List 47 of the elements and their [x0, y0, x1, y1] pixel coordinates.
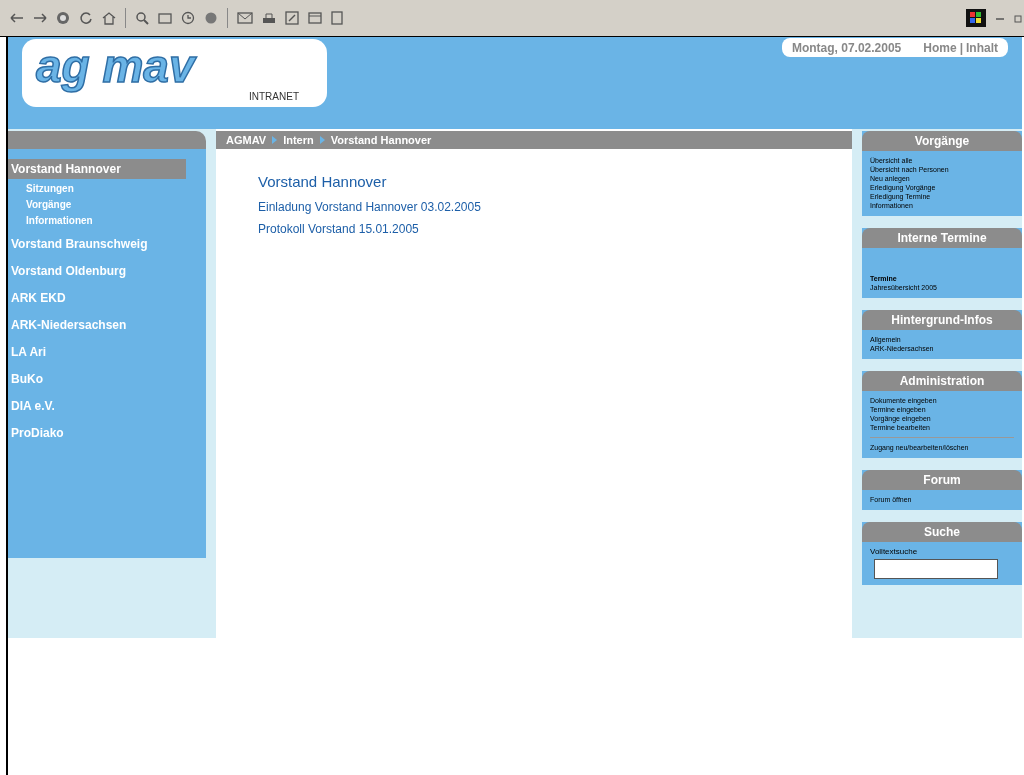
- home-icon[interactable]: [102, 11, 116, 25]
- sidebar-subitem[interactable]: Vorgänge: [8, 198, 206, 211]
- box-title: Interne Termine: [862, 228, 1022, 248]
- sidebar-item[interactable]: ARK-Niedersachsen: [8, 315, 206, 335]
- sidebar-item[interactable]: Vorstand Braunschweig: [8, 234, 206, 254]
- window-icon[interactable]: [308, 12, 322, 24]
- chevron-icon: [319, 136, 325, 144]
- mail-icon[interactable]: [237, 12, 253, 24]
- sidebar-item[interactable]: ProDiako: [8, 423, 206, 443]
- box-title: Hintergrund-Infos: [862, 310, 1022, 330]
- sidebar-item[interactable]: Vorstand Oldenburg: [8, 261, 206, 281]
- separator: |: [959, 39, 963, 57]
- edit-icon[interactable]: [285, 11, 299, 25]
- field-label: Volltextsuche: [870, 547, 919, 556]
- history-icon[interactable]: [181, 11, 195, 25]
- search-icon[interactable]: [135, 11, 149, 25]
- box-title: Vorgänge: [862, 131, 1022, 151]
- breadcrumb-link[interactable]: Vorstand Hannover: [330, 131, 432, 149]
- date-text: Montag, 07.02.2005: [791, 39, 902, 57]
- breadcrumb-link[interactable]: AGMAV: [226, 131, 267, 149]
- document-link[interactable]: Einladung Vorstand Hannover 03.02.2005: [258, 197, 852, 216]
- restore-icon[interactable]: [1014, 13, 1024, 23]
- document-icon[interactable]: [331, 11, 343, 25]
- sidebar-item[interactable]: ARK EKD: [8, 288, 206, 308]
- sidebar-item[interactable]: Vorstand Hannover: [8, 159, 186, 179]
- document-link[interactable]: Protokoll Vorstand 15.01.2005: [258, 219, 852, 238]
- stop-icon[interactable]: [56, 11, 70, 25]
- chevron-icon: [272, 136, 278, 144]
- search-field[interactable]: [874, 559, 998, 579]
- box-title: Administration: [862, 371, 1022, 391]
- back-arrow-icon[interactable]: [10, 12, 24, 24]
- print-icon[interactable]: [262, 12, 276, 24]
- page-heading: Vorstand Hannover: [258, 172, 388, 192]
- sidebar-item[interactable]: LA Ari: [8, 342, 206, 362]
- sidebar-subitem[interactable]: Informationen: [8, 214, 206, 227]
- sidebar-item[interactable]: DIA e.V.: [8, 396, 206, 416]
- box-title: Suche: [862, 522, 1022, 542]
- windows-logo-icon: [966, 9, 986, 27]
- header-link[interactable]: Inhalt: [966, 38, 998, 57]
- logo-subtitle: INTRANET: [249, 89, 299, 104]
- forward-arrow-icon[interactable]: [33, 12, 47, 24]
- refresh-icon[interactable]: [79, 11, 93, 25]
- breadcrumb-link[interactable]: Intern: [283, 131, 314, 149]
- box-title: Forum: [862, 470, 1022, 490]
- sidebar-subitem[interactable]: Sitzungen: [8, 182, 206, 195]
- header-link[interactable]: Home: [923, 38, 957, 57]
- sidebar-item[interactable]: BuKo: [8, 369, 206, 389]
